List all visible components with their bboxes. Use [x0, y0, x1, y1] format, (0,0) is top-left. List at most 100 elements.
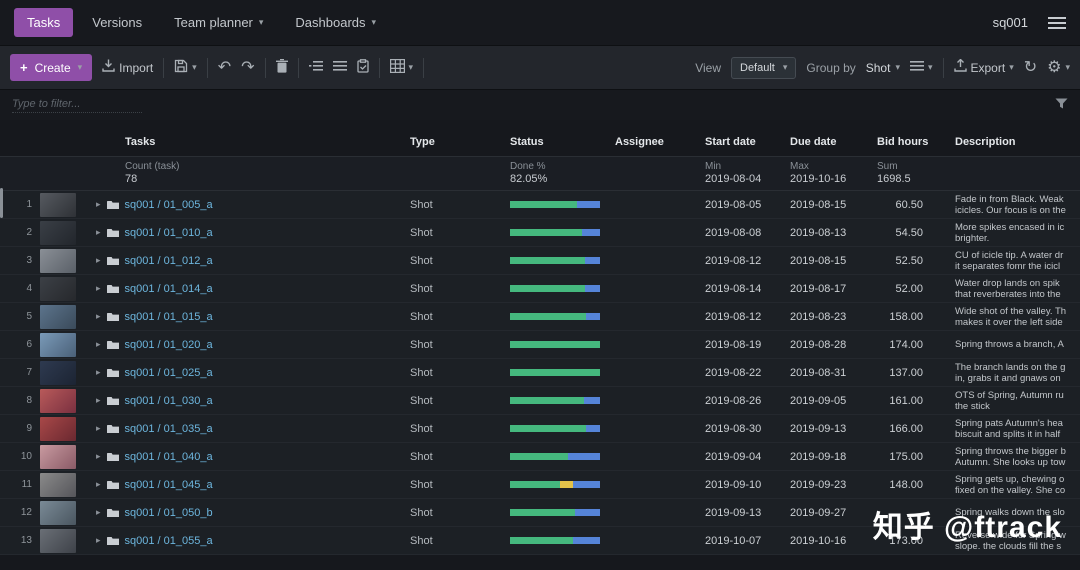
thumbnail[interactable]: [40, 304, 76, 329]
spreadsheet-view-button[interactable]: ▾: [389, 58, 413, 77]
table-row[interactable]: 8 ▸ sq001 / 01_030_a Shot 2019-08-26 201…: [0, 387, 1080, 415]
task-link[interactable]: sq001 / 01_055_a: [125, 535, 213, 547]
expand-arrow-icon[interactable]: ▸: [96, 423, 101, 434]
column-header-start-date[interactable]: Start date: [705, 136, 790, 148]
group-by-select[interactable]: Shot ▾: [866, 61, 900, 75]
progress-bar: [510, 369, 600, 376]
thumbnail[interactable]: [40, 220, 76, 245]
task-link[interactable]: sq001 / 01_030_a: [125, 395, 213, 407]
expand-arrow-icon[interactable]: ▸: [96, 535, 101, 546]
table-row[interactable]: 10 ▸ sq001 / 01_040_a Shot 2019-09-04 20…: [0, 443, 1080, 471]
thumbnail[interactable]: [40, 500, 76, 525]
view-select[interactable]: Default ▾: [731, 56, 797, 79]
thumbnail[interactable]: [40, 360, 76, 385]
column-header-bid-hours[interactable]: Bid hours: [877, 136, 955, 148]
column-header-assignee[interactable]: Assignee: [615, 136, 705, 148]
column-header-due-date[interactable]: Due date: [790, 136, 877, 148]
task-link[interactable]: sq001 / 01_012_a: [125, 255, 213, 267]
thumbnail[interactable]: [40, 472, 76, 497]
task-name-cell: ▸ sq001 / 01_012_a: [96, 255, 410, 267]
table-row[interactable]: 11 ▸ sq001 / 01_045_a Shot 2019-09-10 20…: [0, 471, 1080, 499]
nav-tab-dashboards[interactable]: Dashboards ▾: [282, 8, 389, 37]
progress-bar: [510, 537, 600, 544]
nav-tab-team-planner[interactable]: Team planner ▾: [161, 8, 276, 37]
expand-arrow-icon[interactable]: ▸: [96, 451, 101, 462]
task-link[interactable]: sq001 / 01_040_a: [125, 451, 213, 463]
hamburger-menu-icon[interactable]: [1048, 16, 1066, 30]
thumbnail[interactable]: [40, 444, 76, 469]
task-link[interactable]: sq001 / 01_020_a: [125, 339, 213, 351]
task-link[interactable]: sq001 / 01_005_a: [125, 199, 213, 211]
task-link[interactable]: sq001 / 01_015_a: [125, 311, 213, 323]
flat-list-button[interactable]: [332, 59, 347, 76]
column-header-type[interactable]: Type: [410, 136, 510, 148]
create-button[interactable]: + Create ▾: [10, 54, 93, 81]
expand-arrow-icon[interactable]: ▸: [96, 227, 101, 238]
thumbnail[interactable]: [40, 528, 76, 553]
table-row[interactable]: 9 ▸ sq001 / 01_035_a Shot 2019-08-30 201…: [0, 415, 1080, 443]
type-cell: Shot: [410, 534, 433, 547]
summary-count-label: Count (task): [125, 161, 180, 172]
redo-button[interactable]: ↷: [241, 59, 254, 76]
column-header-tasks[interactable]: Tasks: [0, 136, 410, 148]
task-link[interactable]: sq001 / 01_035_a: [125, 423, 213, 435]
filter-funnel-icon[interactable]: [1055, 96, 1068, 114]
table-row[interactable]: 12 ▸ sq001 / 01_050_b Shot 2019-09-13 20…: [0, 499, 1080, 527]
expand-arrow-icon[interactable]: ▸: [96, 283, 101, 294]
plus-icon: +: [20, 60, 28, 75]
nav-tab-tasks[interactable]: Tasks: [14, 8, 74, 37]
row-number: 1: [26, 199, 32, 210]
tasks-checklist-button[interactable]: [356, 58, 369, 77]
table-row[interactable]: 7 ▸ sq001 / 01_025_a Shot 2019-08-22 201…: [0, 359, 1080, 387]
delete-button[interactable]: [275, 58, 288, 77]
save-button[interactable]: ▾: [174, 59, 197, 77]
table-row[interactable]: 4 ▸ sq001 / 01_014_a Shot 2019-08-14 201…: [0, 275, 1080, 303]
expand-arrow-icon[interactable]: ▸: [96, 507, 101, 518]
expand-arrow-icon[interactable]: ▸: [96, 367, 101, 378]
undo-button[interactable]: ↶: [218, 59, 231, 76]
summary-max-value: 2019-10-16: [790, 173, 847, 185]
progress-bar: [510, 285, 600, 292]
expand-arrow-icon[interactable]: ▸: [96, 199, 101, 210]
task-link[interactable]: sq001 / 01_045_a: [125, 479, 213, 491]
task-link[interactable]: sq001 / 01_010_a: [125, 227, 213, 239]
settings-button[interactable]: ⚙ ▾: [1047, 59, 1070, 76]
task-link[interactable]: sq001 / 01_014_a: [125, 283, 213, 295]
expand-arrow-icon[interactable]: ▸: [96, 311, 101, 322]
table-row[interactable]: 6 ▸ sq001 / 01_020_a Shot 2019-08-19 201…: [0, 331, 1080, 359]
filter-input[interactable]: [12, 97, 142, 113]
expand-arrow-icon[interactable]: ▸: [96, 479, 101, 490]
nav-tab-versions[interactable]: Versions: [79, 8, 155, 37]
refresh-button[interactable]: ↻: [1024, 59, 1037, 76]
table-row[interactable]: 3 ▸ sq001 / 01_012_a Shot 2019-08-12 201…: [0, 247, 1080, 275]
list-options-button[interactable]: ▾: [909, 59, 933, 76]
vertical-scrollbar[interactable]: [0, 188, 3, 218]
thumbnail[interactable]: [40, 192, 76, 217]
thumbnail[interactable]: [40, 332, 76, 357]
table-row[interactable]: 1 ▸ sq001 / 01_005_a Shot 2019-08-05 201…: [0, 191, 1080, 219]
group-by-label: Group by: [806, 60, 856, 75]
expand-arrow-icon[interactable]: ▸: [96, 339, 101, 350]
row-number: 6: [26, 339, 32, 350]
expand-arrow-icon[interactable]: ▸: [96, 255, 101, 266]
thumbnail[interactable]: [40, 276, 76, 301]
task-link[interactable]: sq001 / 01_025_a: [125, 367, 213, 379]
view-select-value: Default: [740, 61, 775, 74]
column-header-description[interactable]: Description: [955, 136, 1080, 148]
thumbnail[interactable]: [40, 388, 76, 413]
start-date-cell: 2019-10-07: [705, 534, 762, 547]
thumbnail[interactable]: [40, 416, 76, 441]
table-row[interactable]: 13 ▸ sq001 / 01_055_a Shot 2019-10-07 20…: [0, 527, 1080, 555]
task-link[interactable]: sq001 / 01_050_b: [125, 507, 213, 519]
thumbnail[interactable]: [40, 248, 76, 273]
indent-view-button[interactable]: [308, 59, 323, 76]
column-header-status[interactable]: Status: [510, 136, 615, 148]
import-label: Import: [119, 60, 154, 75]
table-row[interactable]: 2 ▸ sq001 / 01_010_a Shot 2019-08-08 201…: [0, 219, 1080, 247]
task-name-cell: ▸ sq001 / 01_055_a: [96, 535, 410, 547]
export-button[interactable]: Export ▾: [953, 58, 1014, 76]
progress-segment: [510, 425, 586, 432]
table-row[interactable]: 5 ▸ sq001 / 01_015_a Shot 2019-08-12 201…: [0, 303, 1080, 331]
import-button[interactable]: Import: [102, 59, 153, 76]
expand-arrow-icon[interactable]: ▸: [96, 395, 101, 406]
